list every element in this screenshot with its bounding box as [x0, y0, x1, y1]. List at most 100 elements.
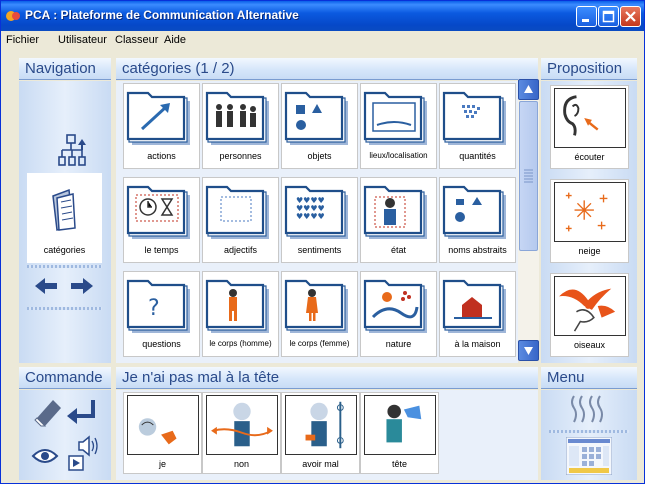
sentence-word-label: je: [158, 459, 166, 469]
prev-arrow-button[interactable]: [35, 278, 57, 294]
category-label: personnes: [219, 151, 262, 161]
category-card[interactable]: actions: [123, 83, 200, 169]
category-card[interactable]: ? questions: [123, 271, 200, 357]
sentence-word-label: avoir mal: [302, 459, 339, 469]
abstract-shapes-icon: [442, 185, 506, 239]
no-icon: [206, 395, 278, 455]
nav-divider: [27, 307, 102, 310]
nav-divider: [27, 265, 102, 268]
proposition-card[interactable]: oiseaux: [550, 273, 629, 357]
app-icon: [6, 11, 20, 21]
title-bar: PCA : Plateforme de Communication Altern…: [1, 1, 644, 31]
down-arrow-icon: [524, 347, 533, 355]
body-woman-icon: [284, 279, 348, 333]
menu-utilisateur[interactable]: Utilisateur: [58, 34, 107, 46]
category-label: adjectifs: [223, 245, 258, 255]
category-card[interactable]: quantités: [439, 83, 516, 169]
maximize-button[interactable]: [598, 6, 619, 27]
category-card[interactable]: ♥♥♥♥ ♥♥♥♥ ♥♥♥♥ sentiments: [281, 177, 358, 263]
snow-icon: [554, 182, 626, 242]
menu-fichier[interactable]: Fichier: [6, 34, 39, 46]
category-card[interactable]: nature: [360, 271, 437, 357]
category-card[interactable]: le corps (femme): [281, 271, 358, 357]
people-icon: [205, 91, 269, 145]
pain-icon: [285, 395, 357, 455]
scroll-thumb[interactable]: [519, 101, 538, 251]
menu-divider: [549, 430, 629, 433]
shapes-icon: [284, 91, 348, 145]
clock-icon: [126, 185, 190, 239]
category-label: état: [390, 245, 406, 255]
category-label: objets: [307, 151, 332, 161]
menu-classeur[interactable]: Classeur: [115, 34, 158, 46]
category-label: le corps (femme): [289, 339, 350, 348]
sentence-word-card[interactable]: non: [202, 392, 281, 474]
nav-categories-label: catégories: [43, 245, 86, 255]
sentence-word-card[interactable]: avoir mal: [281, 392, 360, 474]
ear-icon: [554, 88, 626, 148]
next-arrow-button[interactable]: [71, 278, 93, 294]
menu-bar: Fichier Utilisateur Classeur Aide: [1, 31, 644, 50]
grip-icon: [524, 169, 533, 183]
menu-symbol-icon[interactable]: [568, 392, 608, 428]
category-label: actions: [147, 151, 176, 161]
proposition-label: oiseaux: [573, 340, 606, 350]
nav-categories-item[interactable]: catégories: [27, 173, 102, 263]
category-card[interactable]: état: [360, 177, 437, 263]
category-card[interactable]: noms abstraits: [439, 177, 516, 263]
proposition-label: écouter: [574, 152, 605, 162]
proposition-card[interactable]: écouter: [550, 85, 629, 169]
arrow-icon: [126, 91, 190, 145]
category-card[interactable]: personnes: [202, 83, 279, 169]
question-icon: ?: [126, 279, 190, 333]
hierarchy-icon: [58, 134, 86, 166]
eraser-icon[interactable]: [34, 400, 61, 427]
sentence-header: Je n'ai pas mal à la tête: [116, 367, 538, 389]
proposition-label: neige: [578, 246, 601, 256]
category-card[interactable]: lieux/localisation: [360, 83, 437, 169]
category-label: noms abstraits: [448, 245, 507, 255]
book-icon: [52, 188, 76, 231]
enter-icon[interactable]: [67, 400, 95, 424]
up-arrow-icon: [524, 85, 533, 93]
sentence-word-card[interactable]: tête: [360, 392, 439, 474]
minimize-button[interactable]: [576, 6, 597, 27]
hierarchy-button[interactable]: [56, 133, 88, 169]
categories-header: catégories (1 / 2): [116, 58, 538, 80]
sentence-word-label: non: [233, 459, 250, 469]
head-icon: [364, 395, 436, 455]
house-icon: [442, 279, 506, 333]
dotted-square-icon: [205, 185, 269, 239]
menu-aide[interactable]: Aide: [164, 34, 186, 46]
category-card[interactable]: objets: [281, 83, 358, 169]
category-label: quantités: [459, 151, 496, 161]
category-card[interactable]: le corps (homme): [202, 271, 279, 357]
category-card[interactable]: le temps: [123, 177, 200, 263]
nav-arrows: [31, 273, 97, 299]
category-label: lieux/localisation: [369, 151, 428, 160]
me-icon: [127, 395, 199, 455]
commande-header: Commande: [19, 367, 111, 389]
nature-icon: [363, 279, 427, 333]
category-label: questions: [142, 339, 181, 349]
category-card[interactable]: à la maison: [439, 271, 516, 357]
person-state-icon: [363, 185, 427, 239]
category-card[interactable]: adjectifs: [202, 177, 279, 263]
scroll-up-button[interactable]: [518, 79, 539, 100]
proposition-header: Proposition: [541, 58, 637, 80]
speaker-play-icon[interactable]: [68, 435, 98, 471]
category-label: le temps: [144, 245, 179, 255]
scroll-down-button[interactable]: [518, 340, 539, 361]
eye-icon[interactable]: [31, 449, 59, 463]
close-button[interactable]: [620, 6, 641, 27]
category-label: à la maison: [454, 339, 501, 349]
sentence-word-card[interactable]: je: [123, 392, 202, 474]
maximize-icon: [602, 10, 615, 23]
scrollbar[interactable]: [518, 79, 539, 361]
window-title: PCA : Plateforme de Communication Altern…: [25, 8, 299, 22]
minimize-icon: [582, 19, 589, 22]
screen-thumbnail-icon[interactable]: [566, 437, 612, 475]
proposition-card[interactable]: neige: [550, 179, 629, 263]
svg-text:♥♥♥♥: ♥♥♥♥: [296, 212, 325, 221]
hearts-icon: ♥♥♥♥♥♥♥♥♥♥♥♥: [284, 185, 348, 239]
